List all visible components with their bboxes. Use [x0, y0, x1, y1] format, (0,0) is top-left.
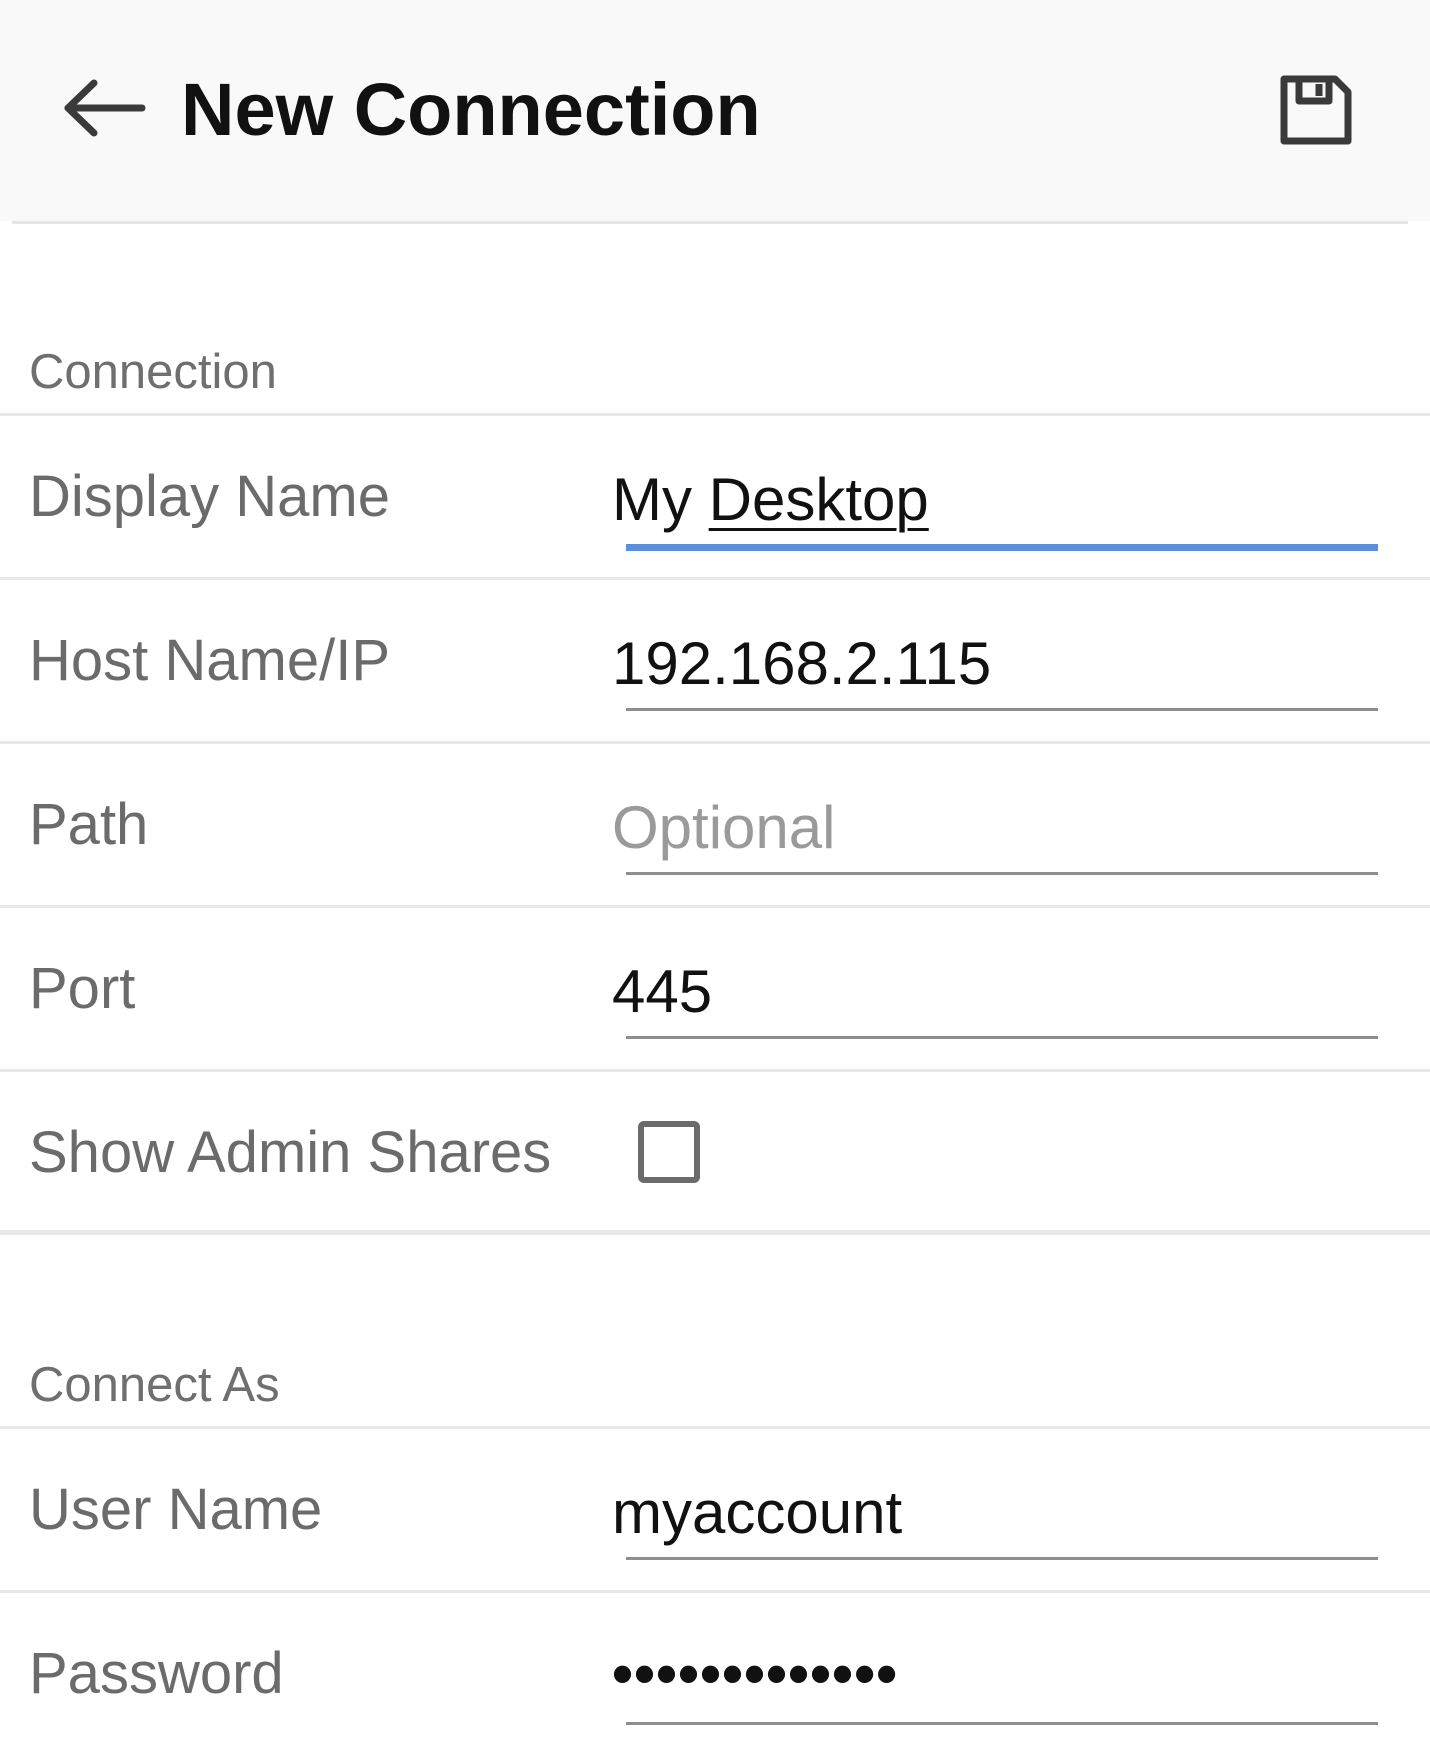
- password-label: Password: [29, 1641, 284, 1706]
- path-label: Path: [29, 792, 149, 857]
- password-value: •••••••••••••: [612, 1640, 899, 1707]
- path-underline: [626, 872, 1378, 875]
- display-name-text-word: Desktop: [708, 466, 929, 533]
- display-name-value: My Desktop: [612, 460, 929, 540]
- display-name-field[interactable]: My Desktop: [612, 460, 1378, 551]
- port-value: 445: [612, 958, 713, 1025]
- user-name-underline: [626, 1557, 1378, 1560]
- password-underline: [626, 1722, 1378, 1725]
- divider: [0, 413, 1430, 416]
- display-name-underline: [626, 544, 1378, 551]
- floppy-disk-icon: [1280, 75, 1352, 145]
- admin-shares-label: Show Admin Shares: [29, 1120, 552, 1185]
- host-field[interactable]: 192.168.2.115: [612, 624, 1378, 711]
- host-underline: [626, 708, 1378, 711]
- path-placeholder: Optional: [612, 794, 836, 861]
- divider: [0, 1590, 1430, 1593]
- divider: [0, 577, 1430, 580]
- arrow-left-icon: [64, 79, 146, 137]
- divider: [0, 1069, 1430, 1072]
- admin-shares-checkbox[interactable]: [638, 1121, 700, 1183]
- host-value: 192.168.2.115: [612, 630, 992, 697]
- divider: [0, 1426, 1430, 1429]
- back-button[interactable]: [52, 60, 156, 156]
- user-name-field[interactable]: myaccount: [612, 1473, 1378, 1560]
- host-label: Host Name/IP: [29, 628, 390, 693]
- section-divider: [0, 1230, 1430, 1235]
- app-bar-divider: [12, 221, 1408, 224]
- port-field[interactable]: 445: [612, 952, 1378, 1039]
- divider: [0, 905, 1430, 908]
- save-button[interactable]: [1268, 64, 1364, 156]
- display-name-label: Display Name: [29, 464, 390, 529]
- port-underline: [626, 1036, 1378, 1039]
- section-header-connect-as: Connect As: [29, 1358, 280, 1412]
- divider: [0, 741, 1430, 744]
- app-bar: New Connection: [0, 0, 1430, 221]
- user-name-value: myaccount: [612, 1479, 903, 1546]
- port-label: Port: [29, 956, 136, 1021]
- display-name-text-prefix: My: [612, 466, 709, 533]
- page-title: New Connection: [181, 68, 761, 151]
- section-header-connection: Connection: [29, 345, 277, 399]
- password-field[interactable]: •••••••••••••: [612, 1634, 1378, 1725]
- path-field[interactable]: Optional: [612, 788, 1378, 875]
- user-name-label: User Name: [29, 1477, 323, 1542]
